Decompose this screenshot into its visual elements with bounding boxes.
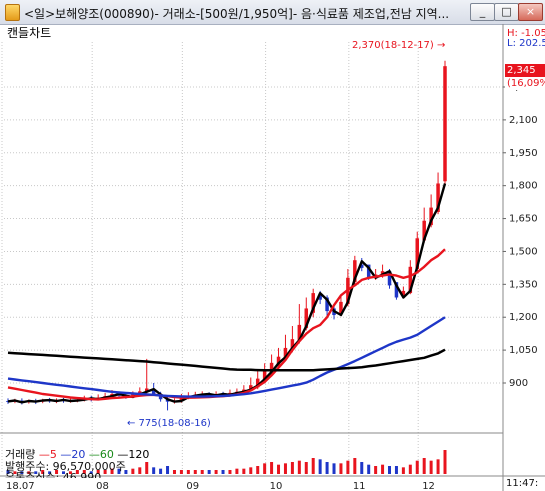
date-tick-label: 10 (270, 481, 283, 491)
price-tick-label: 1,650 (509, 214, 538, 225)
volume-bar (388, 466, 392, 474)
volume-bar (429, 460, 433, 474)
volume-bar (311, 458, 315, 474)
date-tick-label: 12 (422, 481, 435, 491)
candle-body (443, 66, 447, 182)
ma-line-120 (7, 348, 446, 372)
volume-bar (374, 466, 378, 474)
volume-bar (214, 470, 218, 474)
volume-bar (443, 450, 447, 474)
price-tick-label: 1,350 (509, 279, 538, 290)
volume-bar (256, 466, 260, 474)
volume-bar (304, 462, 308, 474)
volume-bar (401, 467, 405, 474)
volume-bar (346, 460, 350, 474)
price-tick-label: 1,500 (509, 246, 538, 257)
volume-bar (325, 462, 329, 474)
volume-bar (207, 470, 211, 474)
volume-bar (145, 462, 149, 474)
volume-bar (360, 462, 364, 474)
volume-bar (367, 464, 371, 474)
volume-bar (235, 468, 239, 474)
volume-bar (221, 470, 225, 474)
volume-bar (270, 462, 274, 474)
volume-bar (394, 466, 398, 474)
volume-bar (422, 458, 426, 474)
volume-bar (436, 459, 440, 474)
price-tick-label: 2,100 (509, 115, 538, 126)
volume-bar (172, 470, 176, 474)
max-price-annotation: 2,370(18-12-17) → (352, 40, 445, 51)
price-tick-label: 1,050 (509, 345, 538, 356)
volume-bar (353, 458, 357, 474)
price-tick-label: 900 (509, 378, 528, 389)
volume-bar (166, 466, 170, 474)
date-tick-label: 18.07 (6, 481, 35, 491)
date-tick-label: 11 (353, 481, 366, 491)
current-price-box: 2,345 (505, 64, 545, 77)
volume-bar (415, 460, 419, 474)
volume-bar (152, 467, 156, 474)
min-price-annotation: ← 775(18-08-16) (127, 418, 211, 429)
price-tick-label: 1,200 (509, 312, 538, 323)
chart-grid (1, 42, 503, 474)
volume-bar (228, 470, 232, 474)
price-tick-label: 1,950 (509, 148, 538, 159)
date-tick-label: 08 (96, 481, 109, 491)
volume-bar (193, 470, 197, 474)
volume-bar (131, 468, 135, 474)
volume-bar (138, 467, 142, 474)
volume-bar (381, 464, 385, 474)
low-info: L: 202.5 (507, 38, 545, 49)
candle-chart[interactable]: 900 1,050 1,200 1,350 1,500 1,650 1,800 1,950 2,… (0, 0, 545, 491)
volume-bar (242, 468, 246, 474)
volume-bar (318, 459, 322, 474)
current-change-box: (16,09%) (505, 77, 545, 90)
volume-bar (249, 467, 253, 474)
volume-bar (332, 463, 336, 474)
clock-label: 11:47: (506, 478, 539, 489)
price-tick-label: 1,800 (509, 181, 538, 192)
float-shares: 유통주식수: 46,990 (5, 471, 102, 478)
volume-bar (339, 463, 343, 474)
moving-average-lines (7, 183, 447, 404)
volume-bar (159, 468, 163, 474)
volume-bar (290, 462, 294, 474)
volume-bar (179, 470, 183, 474)
price-axis: 900 1,050 1,200 1,350 1,500 1,650 1,800 1,950 2,… (503, 82, 538, 389)
date-tick-label: 09 (186, 481, 199, 491)
volume-bar (200, 470, 204, 474)
date-axis: 18.07 08 09 10 11 12 (6, 481, 435, 491)
volume-bar (186, 470, 190, 474)
ma120-label: 120 (128, 448, 150, 461)
volume-bar (283, 463, 287, 474)
volume-bar (297, 460, 301, 474)
volume-bar (277, 464, 281, 474)
volume-bar (408, 464, 412, 474)
volume-bar (263, 463, 267, 474)
ma-line-20 (7, 248, 446, 401)
